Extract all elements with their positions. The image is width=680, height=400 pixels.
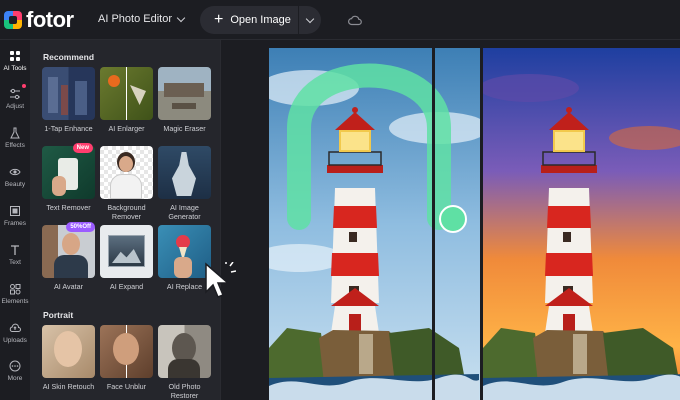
tool-label: AI Image Generator <box>168 203 201 221</box>
rail-item-label: Frames <box>3 220 27 227</box>
tool-background-remover[interactable]: Background Remover <box>100 146 153 221</box>
open-image-group: + Open Image <box>200 6 321 34</box>
ai-skin-retouch-thumbnail <box>42 325 95 378</box>
tool-ai-skin-retouch[interactable]: AI Skin Retouch <box>42 325 95 391</box>
rail-item-label: Uploads <box>3 337 27 344</box>
plus-icon: + <box>214 11 224 28</box>
text-remover-thumbnail <box>42 146 95 199</box>
rail-item-label: Effects <box>5 142 25 149</box>
portrait-heading: Portrait <box>43 310 74 320</box>
tool-label: AI Avatar <box>53 282 84 291</box>
tool-label: Old Photo Restorer <box>168 382 201 400</box>
mouse-pointer-icon <box>205 262 236 298</box>
open-image-button[interactable]: + Open Image <box>200 6 299 34</box>
tool-label: AI Replace <box>166 282 203 291</box>
tool-face-unblur[interactable]: Face Unblur <box>100 325 153 391</box>
fotor-logo[interactable]: fotor <box>4 9 74 31</box>
old-photo-restorer-thumbnail <box>158 325 211 378</box>
rail-item-text[interactable]: Text <box>0 244 30 266</box>
cloud-icon[interactable] <box>347 12 363 28</box>
new-badge: New <box>72 143 93 153</box>
tool-label: Face Unblur <box>106 382 147 391</box>
ai-tools-panel: Recommend 1-Tap Enhance AI Enlarger Magi… <box>30 40 220 400</box>
more-icon <box>9 360 21 372</box>
rail-item-label: Beauty <box>4 181 26 188</box>
tool-rail: AI Tools Adjust Effects Beauty Frames Te… <box>0 40 30 400</box>
compare-split-line[interactable] <box>432 48 435 400</box>
text-icon <box>11 245 19 255</box>
rail-item-label: Text <box>9 259 21 266</box>
tool-ai-image-generator[interactable]: AI Image Generator <box>158 146 211 221</box>
rail-item-more[interactable]: More <box>0 360 30 382</box>
rail-item-ai-tools[interactable]: AI Tools <box>0 50 30 72</box>
tool-ai-enlarger[interactable]: AI Enlarger <box>100 67 153 133</box>
tool-label: AI Skin Retouch <box>42 382 95 391</box>
face-unblur-thumbnail <box>100 325 153 378</box>
eye-icon <box>9 168 21 176</box>
sliders-icon <box>10 88 20 100</box>
open-image-label: Open Image <box>230 14 291 26</box>
brush-cursor-circle <box>439 205 467 233</box>
tool-old-photo-restorer[interactable]: Old Photo Restorer <box>158 325 211 400</box>
sale-badge: 50%Off <box>66 222 95 232</box>
rail-item-adjust[interactable]: Adjust <box>0 88 30 110</box>
1-tap-enhance-thumbnail <box>42 67 95 120</box>
rail-item-label: More <box>7 375 23 382</box>
lighthouse-image[interactable] <box>269 48 680 400</box>
tool-label: AI Enlarger <box>108 124 145 133</box>
chevron-down-icon <box>305 14 315 23</box>
rail-item-label: Elements <box>1 298 29 305</box>
rail-item-label: Adjust <box>5 103 25 110</box>
magic-eraser-thumbnail <box>158 67 211 120</box>
rail-item-label: AI Tools <box>3 65 27 72</box>
ai-avatar-thumbnail <box>42 225 95 278</box>
ai-image-generator-thumbnail <box>158 146 211 199</box>
ai-enlarger-thumbnail <box>100 67 153 120</box>
tool-label: 1-Tap Enhance <box>44 124 93 133</box>
tool-label: Magic Eraser <box>163 124 206 133</box>
fotor-logo-icon <box>4 11 22 29</box>
ai-photo-editor-menu[interactable]: AI Photo Editor <box>98 13 186 25</box>
tool-1-tap-enhance[interactable]: 1-Tap Enhance <box>42 67 95 133</box>
tool-ai-avatar[interactable]: 50%Off AI Avatar <box>42 222 95 291</box>
rail-item-effects[interactable]: Effects <box>0 127 30 149</box>
ai-photo-editor-label: AI Photo Editor <box>98 13 172 25</box>
grid-icon <box>10 51 20 61</box>
background-remover-thumbnail <box>100 146 153 199</box>
shapes-icon <box>10 284 21 295</box>
top-bar: fotor AI Photo Editor + Open Image <box>0 0 680 40</box>
recommend-heading: Recommend <box>43 52 95 62</box>
tool-label: AI Expand <box>109 282 144 291</box>
tool-label: Text Remover <box>46 203 91 212</box>
tool-magic-eraser[interactable]: Magic Eraser <box>158 67 211 133</box>
rail-item-elements[interactable]: Elements <box>0 283 30 305</box>
upload-icon <box>9 323 21 332</box>
rail-item-beauty[interactable]: Beauty <box>0 166 30 188</box>
rail-item-frames[interactable]: Frames <box>0 205 30 227</box>
ai-expand-thumbnail <box>100 225 153 278</box>
tool-ai-expand[interactable]: AI Expand <box>100 225 153 291</box>
frame-icon <box>10 206 20 216</box>
editor-canvas[interactable] <box>221 40 680 400</box>
chevron-down-icon <box>176 13 186 22</box>
flask-icon <box>10 127 20 139</box>
tool-label: Background Remover <box>107 203 146 221</box>
rail-item-uploads[interactable]: Uploads <box>0 322 30 344</box>
brand-name: fotor <box>26 7 74 32</box>
lighthouse-comparison-illustration <box>269 48 680 400</box>
tool-text-remover[interactable]: New Text Remover <box>42 143 95 212</box>
open-image-dropdown[interactable] <box>299 6 321 34</box>
